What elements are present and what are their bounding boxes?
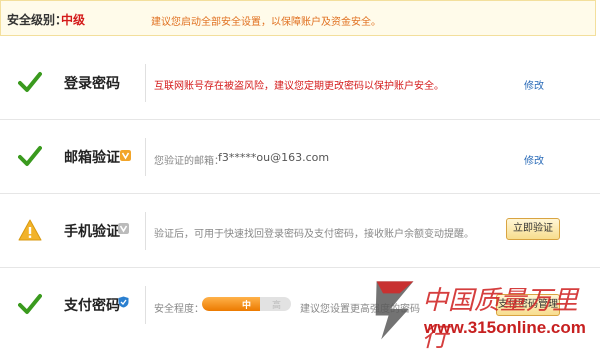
payment-password-manage-button[interactable]: 支付密码管理 <box>496 294 560 316</box>
security-level-value: 中级 <box>61 13 86 27</box>
row-payment-password: 支付密码 安全程度： 中 高 建议您设置更高强度的密码 支付密码管理 <box>0 268 600 342</box>
check-icon <box>18 146 42 166</box>
row-phone-verification: 手机验证 验证后，可用于快速找回登录密码及支付密码，接收账户余额变动提醒。 立即… <box>0 194 600 268</box>
check-icon <box>18 72 42 92</box>
email-label: 您验证的邮箱： <box>154 156 224 167</box>
shield-icon <box>118 296 129 308</box>
strength-meter-fill <box>202 297 260 311</box>
password-suggestion: 建议您设置更高强度的密码 <box>300 304 420 315</box>
strength-label: 安全程度： <box>154 304 204 315</box>
strength-value: 中 <box>242 301 252 311</box>
login-password-description: 互联网账号存在被盗风险，建议您定期更改密码以保护账户安全。 <box>154 81 444 92</box>
verified-badge-icon <box>120 150 131 161</box>
row-login-password: 登录密码 互联网账号存在被盗风险，建议您定期更改密码以保护账户安全。 修改 <box>0 46 600 120</box>
email-modify-link[interactable]: 修改 <box>524 152 544 167</box>
divider <box>145 138 146 176</box>
payment-password-title: 支付密码 <box>64 298 120 314</box>
password-strength-meter: 中 高 <box>202 297 291 311</box>
divider <box>145 212 146 250</box>
login-password-title: 登录密码 <box>64 76 120 92</box>
login-password-modify-link[interactable]: 修改 <box>524 77 544 92</box>
divider <box>145 64 146 102</box>
verify-now-button[interactable]: 立即验证 <box>506 218 560 240</box>
security-level-label: 安全级别： <box>7 13 68 27</box>
strength-high-label: 高 <box>272 301 282 311</box>
security-level-banner: 安全级别： 中级 建议您启动全部安全设置，以保障账户及资金安全。 <box>0 0 596 36</box>
email-value: f3*****ou@163.com <box>218 151 330 164</box>
security-tip: 建议您启动全部安全设置，以保障账户及资金安全。 <box>151 17 381 28</box>
phone-verification-title: 手机验证 <box>64 224 120 240</box>
check-icon <box>18 294 42 314</box>
warning-icon <box>18 219 42 241</box>
row-email-verification: 邮箱验证 您验证的邮箱： f3*****ou@163.com 修改 <box>0 120 600 194</box>
email-verification-title: 邮箱验证 <box>64 150 120 166</box>
phone-verification-description: 验证后，可用于快速找回登录密码及支付密码，接收账户余额变动提醒。 <box>154 229 474 240</box>
divider <box>145 286 146 324</box>
unverified-badge-icon <box>118 223 129 234</box>
